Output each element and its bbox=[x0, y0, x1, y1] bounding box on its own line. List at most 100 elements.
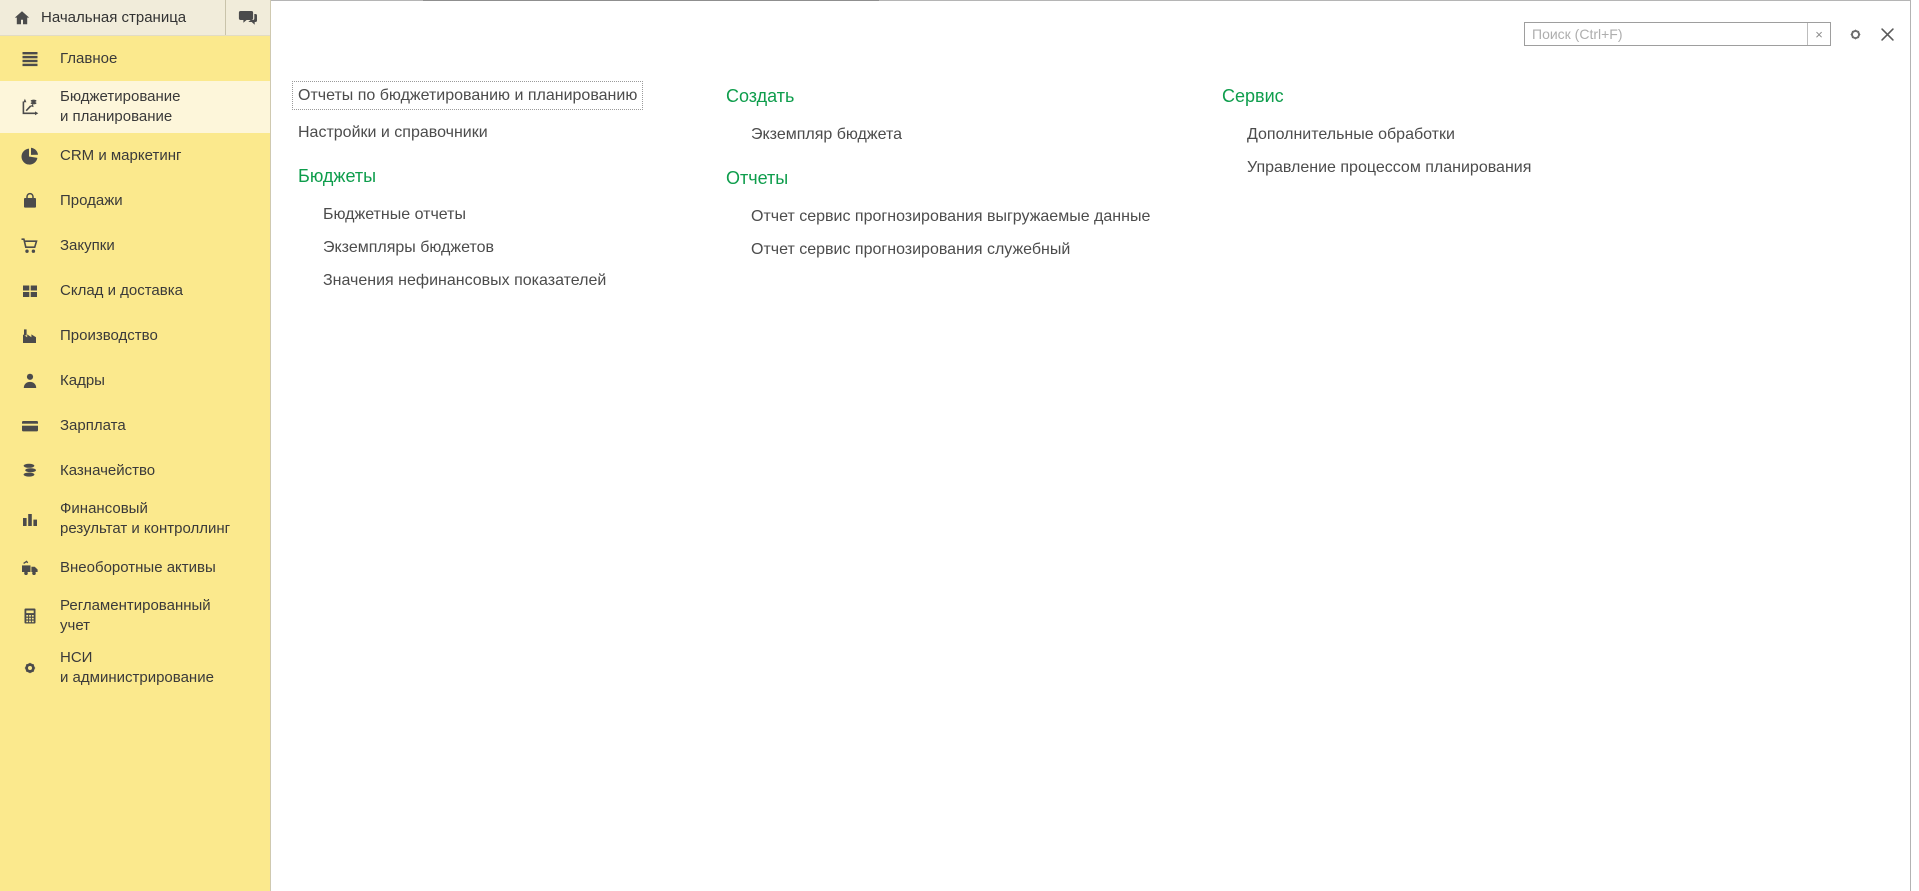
command-item: Экземпляры бюджетов bbox=[298, 237, 726, 258]
command-link[interactable]: Дополнительные обработки bbox=[1247, 124, 1455, 145]
sidebar-item-sales[interactable]: Продажи bbox=[0, 178, 270, 223]
sidebar-item-label: Внеоборотные активы bbox=[60, 558, 216, 578]
app-window: Начальная страница Главное Бюджетирование… bbox=[0, 0, 1919, 891]
command-item: Отчет сервис прогнозирования выгружаемые… bbox=[726, 206, 1222, 227]
command-link[interactable]: Отчет сервис прогнозирования выгружаемые… bbox=[751, 206, 1150, 227]
discussions-button[interactable] bbox=[226, 0, 270, 35]
sidebar-item-label-line: Производство bbox=[60, 326, 158, 346]
sidebar-item-label: Кадры bbox=[60, 371, 105, 391]
person-icon bbox=[20, 371, 40, 391]
sidebar-item-label-line: и планирование bbox=[60, 107, 180, 127]
pie-chart-icon bbox=[20, 146, 40, 166]
sidebar-item-label-line: результат и контроллинг bbox=[60, 519, 230, 539]
command-group: Сервис Дополнительные обработки Управление… bbox=[1222, 85, 1702, 178]
sidebar-item-label-line: Закупки bbox=[60, 236, 115, 256]
truck-icon bbox=[20, 558, 40, 578]
command-item: Отчет сервис прогнозирования служебный bbox=[726, 239, 1222, 260]
left-panel: Начальная страница Главное Бюджетирование… bbox=[0, 0, 271, 891]
sidebar-item-regulated[interactable]: Регламентированныйучет bbox=[0, 590, 270, 642]
sidebar-item-label: Регламентированныйучет bbox=[60, 596, 211, 636]
sidebar-item-label: НСИи администрирование bbox=[60, 648, 214, 688]
sidebar-item-hr[interactable]: Кадры bbox=[0, 358, 270, 403]
sidebar-item-label: Закупки bbox=[60, 236, 115, 256]
coins-icon bbox=[20, 461, 40, 481]
command-link[interactable]: Отчет сервис прогнозирования служебный bbox=[751, 239, 1070, 260]
sections-sidebar: Главное Бюджетированиеи планирование CRM и… bbox=[0, 36, 270, 891]
sidebar-item-label-line: учет bbox=[60, 616, 211, 636]
command-item: Управление процессом планирования bbox=[1222, 157, 1702, 178]
sidebar-item-label-line: НСИ bbox=[60, 648, 214, 668]
cart-icon bbox=[20, 236, 40, 256]
sidebar-item-salary[interactable]: Зарплата bbox=[0, 403, 270, 448]
command-link[interactable]: Экземпляр бюджета bbox=[751, 124, 902, 145]
command-item: Бюджетные отчеты bbox=[298, 204, 726, 225]
sidebar-item-label-line: Бюджетирование bbox=[60, 87, 180, 107]
budget-planning-icon bbox=[20, 97, 40, 117]
home-tab-bar: Начальная страница bbox=[0, 0, 270, 36]
home-page-tab[interactable]: Начальная страница bbox=[13, 0, 225, 35]
sidebar-item-label: Склад и доставка bbox=[60, 281, 183, 301]
sidebar-item-treasury[interactable]: Казначейство bbox=[0, 448, 270, 493]
command-link[interactable]: Экземпляры бюджетов bbox=[323, 237, 494, 258]
command-group: Бюджеты Бюджетные отчеты Экземпляры бюджет… bbox=[298, 165, 726, 291]
sidebar-item-label-line: Внеоборотные активы bbox=[60, 558, 216, 578]
sidebar-item-nsi[interactable]: НСИи администрирование bbox=[0, 642, 270, 694]
sidebar-item-label: Финансовыйрезультат и контроллинг bbox=[60, 499, 230, 539]
card-icon bbox=[20, 416, 40, 436]
sidebar-item-label-line: Регламентированный bbox=[60, 596, 211, 616]
home-icon bbox=[13, 9, 31, 27]
bag-icon bbox=[20, 191, 40, 211]
home-tab-label: Начальная страница bbox=[41, 9, 186, 26]
section-header: Сервис bbox=[1222, 85, 1702, 107]
sidebar-item-label-line: CRM и маркетинг bbox=[60, 146, 181, 166]
sidebar-item-crm[interactable]: CRM и маркетинг bbox=[0, 133, 270, 178]
command-column: Создать Экземпляр бюджета Отчеты Отчет серв… bbox=[726, 85, 1222, 891]
sidebar-item-label-line: Зарплата bbox=[60, 416, 126, 436]
sidebar-item-label-line: Продажи bbox=[60, 191, 123, 211]
sidebar-item-label: Зарплата bbox=[60, 416, 126, 436]
sidebar-item-label-line: Финансовый bbox=[60, 499, 230, 519]
command-column: Отчеты по бюджетированию и планированию Н… bbox=[298, 85, 726, 891]
sidebar-item-budgeting[interactable]: Бюджетированиеи планирование bbox=[0, 81, 270, 133]
command-group: Отчеты по бюджетированию и планированию Н… bbox=[298, 85, 726, 143]
sidebar-item-label: CRM и маркетинг bbox=[60, 146, 181, 166]
sidebar-item-label-line: Казначейство bbox=[60, 461, 155, 481]
sidebar-item-label-line: Главное bbox=[60, 49, 117, 69]
command-link[interactable]: Значения нефинансовых показателей bbox=[323, 270, 606, 291]
sidebar-item-label: Производство bbox=[60, 326, 158, 346]
sidebar-item-warehouse[interactable]: Склад и доставка bbox=[0, 268, 270, 313]
sidebar-item-label-line: Кадры bbox=[60, 371, 105, 391]
command-link[interactable]: Настройки и справочники bbox=[298, 122, 488, 143]
main-panel: × Отчеты по бюджетированию и планировани… bbox=[271, 0, 1911, 891]
sidebar-item-finresult[interactable]: Финансовыйрезультат и контроллинг bbox=[0, 493, 270, 545]
command-interface: Отчеты по бюджетированию и планированию Н… bbox=[271, 1, 1910, 891]
calculator-icon bbox=[20, 606, 40, 626]
command-item: Настройки и справочники bbox=[298, 122, 726, 143]
command-link[interactable]: Бюджетные отчеты bbox=[323, 204, 466, 225]
grid-icon bbox=[20, 281, 40, 301]
sidebar-item-label: Бюджетированиеи планирование bbox=[60, 87, 180, 127]
command-item: Дополнительные обработки bbox=[1222, 124, 1702, 145]
sidebar-item-label: Главное bbox=[60, 49, 117, 69]
section-header: Создать bbox=[726, 85, 1222, 107]
command-column: Сервис Дополнительные обработки Управление… bbox=[1222, 85, 1702, 891]
sidebar-item-production[interactable]: Производство bbox=[0, 313, 270, 358]
command-item: Значения нефинансовых показателей bbox=[298, 270, 726, 291]
command-group: Отчеты Отчет сервис прогнозирования выгру… bbox=[726, 167, 1222, 260]
section-header: Отчеты bbox=[726, 167, 1222, 189]
command-link[interactable]: Отчеты по бюджетированию и планированию bbox=[292, 81, 643, 110]
sidebar-item-label-line: и администрирование bbox=[60, 668, 214, 688]
command-group: Создать Экземпляр бюджета bbox=[726, 85, 1222, 145]
sidebar-item-label: Продажи bbox=[60, 191, 123, 211]
command-item: Экземпляр бюджета bbox=[726, 124, 1222, 145]
sidebar-item-purchases[interactable]: Закупки bbox=[0, 223, 270, 268]
chat-icon bbox=[238, 9, 258, 27]
command-link[interactable]: Управление процессом планирования bbox=[1247, 157, 1531, 178]
factory-icon bbox=[20, 326, 40, 346]
gear-icon bbox=[20, 658, 40, 678]
sidebar-item-main[interactable]: Главное bbox=[0, 36, 270, 81]
command-item: Отчеты по бюджетированию и планированию bbox=[298, 85, 726, 110]
sidebar-item-assets[interactable]: Внеоборотные активы bbox=[0, 545, 270, 590]
bar-chart-icon bbox=[20, 509, 40, 529]
section-header: Бюджеты bbox=[298, 165, 726, 187]
